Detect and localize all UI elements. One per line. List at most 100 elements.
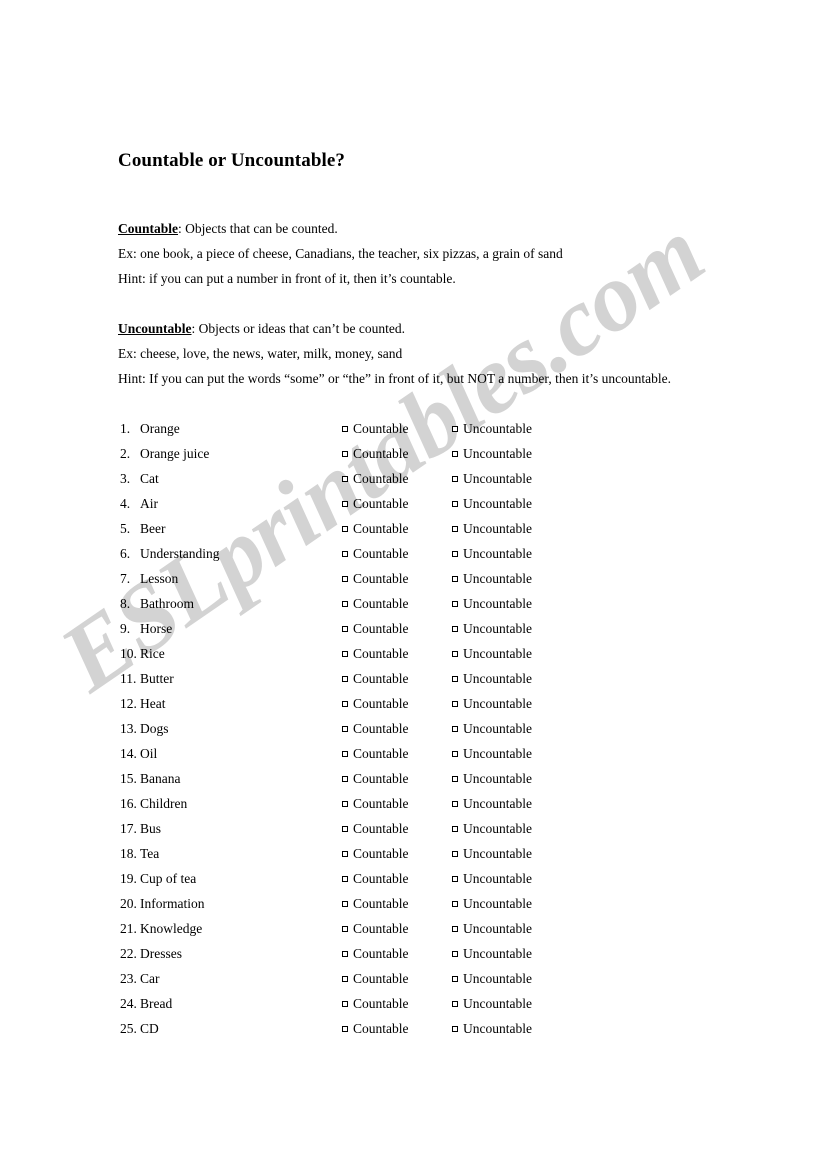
option-countable[interactable]: Countable xyxy=(342,541,409,566)
option-uncountable[interactable]: Uncountable xyxy=(452,491,532,516)
option-countable[interactable]: Countable xyxy=(342,516,409,541)
option-uncountable[interactable]: Uncountable xyxy=(452,816,532,841)
checkbox-countable-icon[interactable] xyxy=(342,976,348,982)
checkbox-countable-icon[interactable] xyxy=(342,901,348,907)
checkbox-uncountable-icon[interactable] xyxy=(452,1026,458,1032)
option-uncountable[interactable]: Uncountable xyxy=(452,766,532,791)
option-countable[interactable]: Countable xyxy=(342,766,409,791)
checkbox-uncountable-icon[interactable] xyxy=(452,776,458,782)
checkbox-uncountable-icon[interactable] xyxy=(452,901,458,907)
checkbox-countable-icon[interactable] xyxy=(342,576,348,582)
option-countable[interactable]: Countable xyxy=(342,691,409,716)
checkbox-uncountable-icon[interactable] xyxy=(452,551,458,557)
checkbox-uncountable-icon[interactable] xyxy=(452,701,458,707)
option-uncountable[interactable]: Uncountable xyxy=(452,616,532,641)
option-uncountable[interactable]: Uncountable xyxy=(452,416,532,441)
option-uncountable[interactable]: Uncountable xyxy=(452,841,532,866)
checkbox-countable-icon[interactable] xyxy=(342,476,348,482)
option-uncountable[interactable]: Uncountable xyxy=(452,941,532,966)
option-uncountable[interactable]: Uncountable xyxy=(452,866,532,891)
checkbox-countable-icon[interactable] xyxy=(342,426,348,432)
checkbox-uncountable-icon[interactable] xyxy=(452,801,458,807)
checkbox-uncountable-icon[interactable] xyxy=(452,451,458,457)
checkbox-uncountable-icon[interactable] xyxy=(452,576,458,582)
option-uncountable[interactable]: Uncountable xyxy=(452,1016,532,1041)
checkbox-countable-icon[interactable] xyxy=(342,701,348,707)
checkbox-countable-icon[interactable] xyxy=(342,501,348,507)
checkbox-uncountable-icon[interactable] xyxy=(452,1001,458,1007)
checkbox-countable-icon[interactable] xyxy=(342,726,348,732)
option-uncountable[interactable]: Uncountable xyxy=(452,891,532,916)
option-countable[interactable]: Countable xyxy=(342,916,409,941)
option-uncountable[interactable]: Uncountable xyxy=(452,466,532,491)
option-countable[interactable]: Countable xyxy=(342,941,409,966)
checkbox-countable-icon[interactable] xyxy=(342,801,348,807)
option-countable[interactable]: Countable xyxy=(342,841,409,866)
option-countable[interactable]: Countable xyxy=(342,1016,409,1041)
option-countable[interactable]: Countable xyxy=(342,741,409,766)
checkbox-uncountable-icon[interactable] xyxy=(452,476,458,482)
option-countable[interactable]: Countable xyxy=(342,566,409,591)
checkbox-uncountable-icon[interactable] xyxy=(452,851,458,857)
option-countable[interactable]: Countable xyxy=(342,641,409,666)
checkbox-countable-icon[interactable] xyxy=(342,626,348,632)
option-countable[interactable]: Countable xyxy=(342,816,409,841)
option-countable[interactable]: Countable xyxy=(342,591,409,616)
checkbox-uncountable-icon[interactable] xyxy=(452,826,458,832)
checkbox-countable-icon[interactable] xyxy=(342,826,348,832)
option-uncountable[interactable]: Uncountable xyxy=(452,516,532,541)
option-uncountable[interactable]: Uncountable xyxy=(452,641,532,666)
checkbox-countable-icon[interactable] xyxy=(342,951,348,957)
option-uncountable[interactable]: Uncountable xyxy=(452,441,532,466)
option-countable[interactable]: Countable xyxy=(342,866,409,891)
option-countable[interactable]: Countable xyxy=(342,666,409,691)
checkbox-uncountable-icon[interactable] xyxy=(452,626,458,632)
checkbox-countable-icon[interactable] xyxy=(342,601,348,607)
checkbox-countable-icon[interactable] xyxy=(342,1001,348,1007)
option-countable[interactable]: Countable xyxy=(342,491,409,516)
option-countable[interactable]: Countable xyxy=(342,966,409,991)
option-countable[interactable]: Countable xyxy=(342,791,409,816)
checkbox-uncountable-icon[interactable] xyxy=(452,751,458,757)
checkbox-uncountable-icon[interactable] xyxy=(452,976,458,982)
checkbox-uncountable-icon[interactable] xyxy=(452,526,458,532)
option-uncountable[interactable]: Uncountable xyxy=(452,591,532,616)
checkbox-countable-icon[interactable] xyxy=(342,551,348,557)
option-countable[interactable]: Countable xyxy=(342,441,409,466)
checkbox-uncountable-icon[interactable] xyxy=(452,601,458,607)
option-uncountable[interactable]: Uncountable xyxy=(452,666,532,691)
checkbox-uncountable-icon[interactable] xyxy=(452,676,458,682)
checkbox-uncountable-icon[interactable] xyxy=(452,726,458,732)
option-countable[interactable]: Countable xyxy=(342,991,409,1016)
checkbox-countable-icon[interactable] xyxy=(342,651,348,657)
checkbox-countable-icon[interactable] xyxy=(342,451,348,457)
checkbox-countable-icon[interactable] xyxy=(342,1026,348,1032)
checkbox-countable-icon[interactable] xyxy=(342,851,348,857)
option-countable[interactable]: Countable xyxy=(342,716,409,741)
checkbox-countable-icon[interactable] xyxy=(342,876,348,882)
option-uncountable[interactable]: Uncountable xyxy=(452,966,532,991)
option-countable[interactable]: Countable xyxy=(342,616,409,641)
checkbox-uncountable-icon[interactable] xyxy=(452,501,458,507)
option-uncountable[interactable]: Uncountable xyxy=(452,991,532,1016)
option-uncountable[interactable]: Uncountable xyxy=(452,916,532,941)
option-uncountable[interactable]: Uncountable xyxy=(452,791,532,816)
option-countable[interactable]: Countable xyxy=(342,416,409,441)
checkbox-countable-icon[interactable] xyxy=(342,926,348,932)
option-uncountable[interactable]: Uncountable xyxy=(452,541,532,566)
checkbox-countable-icon[interactable] xyxy=(342,776,348,782)
checkbox-countable-icon[interactable] xyxy=(342,751,348,757)
option-uncountable[interactable]: Uncountable xyxy=(452,716,532,741)
checkbox-countable-icon[interactable] xyxy=(342,676,348,682)
option-uncountable[interactable]: Uncountable xyxy=(452,566,532,591)
option-uncountable[interactable]: Uncountable xyxy=(452,741,532,766)
checkbox-uncountable-icon[interactable] xyxy=(452,426,458,432)
checkbox-uncountable-icon[interactable] xyxy=(452,951,458,957)
checkbox-uncountable-icon[interactable] xyxy=(452,926,458,932)
option-countable[interactable]: Countable xyxy=(342,891,409,916)
checkbox-uncountable-icon[interactable] xyxy=(452,651,458,657)
checkbox-uncountable-icon[interactable] xyxy=(452,876,458,882)
option-uncountable[interactable]: Uncountable xyxy=(452,691,532,716)
option-countable[interactable]: Countable xyxy=(342,466,409,491)
checkbox-countable-icon[interactable] xyxy=(342,526,348,532)
